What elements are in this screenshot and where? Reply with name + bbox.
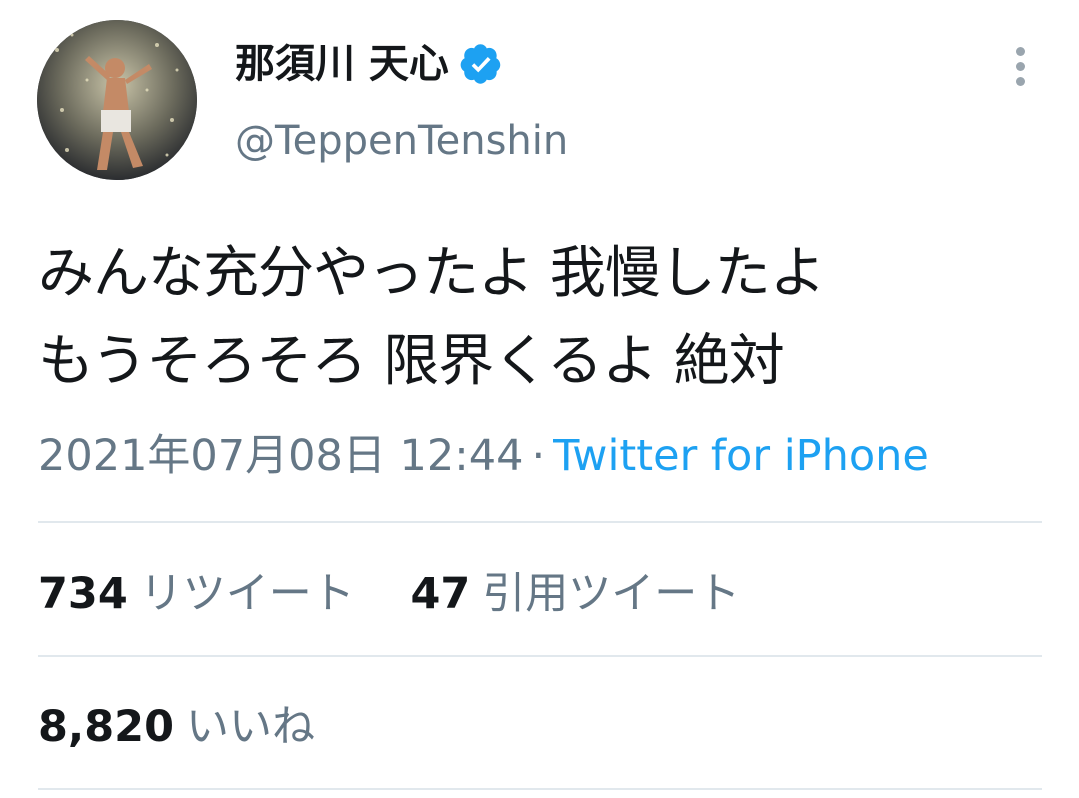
tweet-source-link[interactable]: Twitter for iPhone bbox=[553, 431, 929, 481]
divider bbox=[38, 655, 1042, 657]
more-vertical-icon[interactable] bbox=[1002, 42, 1038, 90]
tweet-line: もうそろそろ 限界くるよ 絶対 bbox=[38, 329, 785, 394]
likes-label: いいね bbox=[186, 702, 316, 752]
avatar[interactable] bbox=[37, 20, 197, 180]
retweets-label: リツイート bbox=[139, 569, 355, 619]
tweet-text: みんな充分やったよ 我慢したよ もうそろそろ 限界くるよ 絶対 bbox=[38, 230, 1058, 406]
meta-separator: · bbox=[531, 431, 546, 481]
engagement-stats: 734 リツイート 47 引用ツイート bbox=[38, 566, 740, 622]
display-name-text: 那須川 天心 bbox=[235, 41, 449, 87]
quotes-stat[interactable]: 47 引用ツイート bbox=[410, 566, 740, 622]
tweet-timestamp[interactable]: 2021年07月08日 12:44 bbox=[38, 431, 523, 481]
more-dot bbox=[1015, 46, 1025, 56]
verified-badge-icon bbox=[459, 42, 503, 86]
user-handle[interactable]: @TeppenTenshin bbox=[235, 116, 568, 166]
divider bbox=[38, 788, 1042, 790]
divider bbox=[38, 521, 1042, 523]
quotes-count: 47 bbox=[410, 569, 471, 619]
retweets-stat[interactable]: 734 リツイート bbox=[38, 566, 355, 622]
quotes-label: 引用ツイート bbox=[482, 569, 741, 619]
likes-stats: 8,820 いいね bbox=[38, 699, 315, 755]
more-dot bbox=[1015, 76, 1025, 86]
retweets-count: 734 bbox=[38, 569, 128, 619]
tweet-meta: 2021年07月08日 12:44 · Twitter for iPhone bbox=[38, 428, 929, 484]
more-dot bbox=[1015, 61, 1025, 71]
likes-count: 8,820 bbox=[38, 702, 175, 752]
display-name[interactable]: 那須川 天心 bbox=[235, 40, 503, 88]
likes-stat[interactable]: 8,820 いいね bbox=[38, 699, 315, 755]
profile-photo bbox=[37, 20, 197, 180]
tweet-line: みんな充分やったよ 我慢したよ bbox=[38, 241, 826, 306]
